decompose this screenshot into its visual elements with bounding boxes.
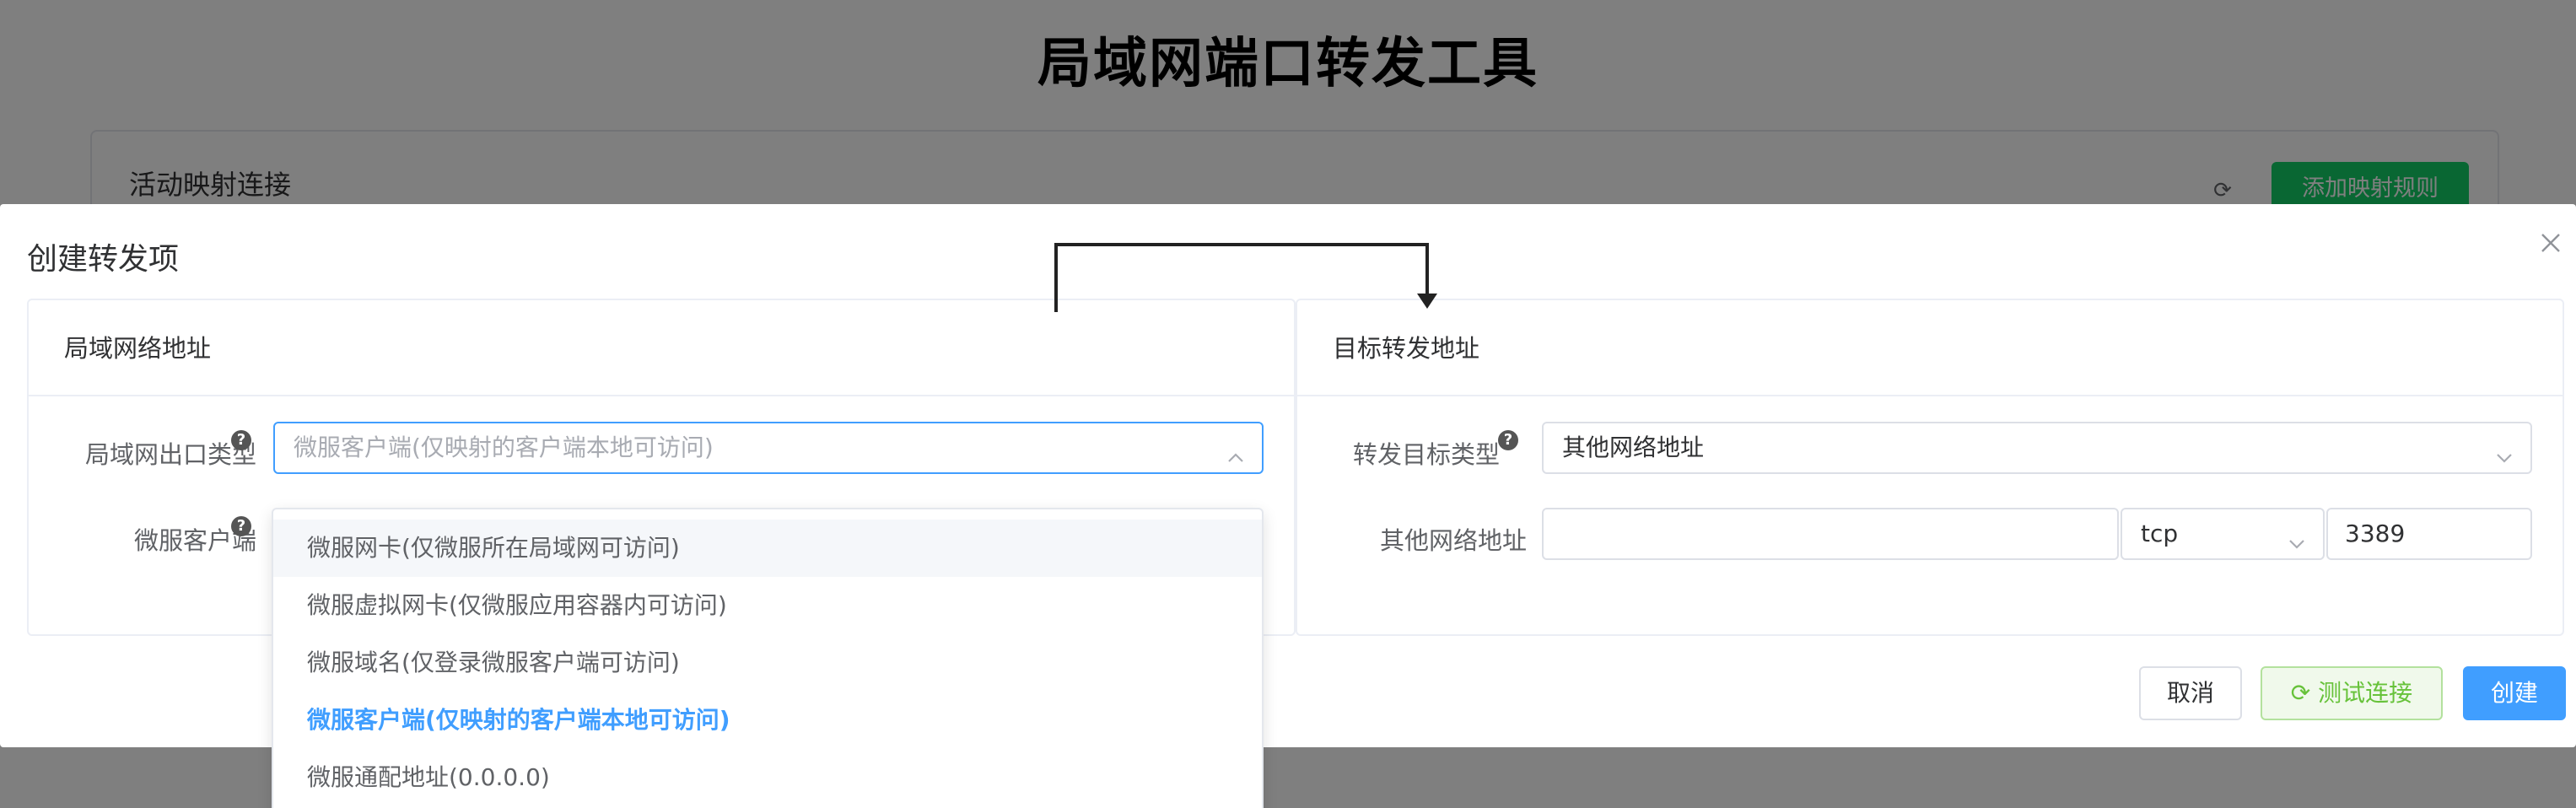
chevron-up-icon <box>1225 437 1247 462</box>
forward-arrow-icon <box>1054 243 1437 312</box>
refresh-icon: ⟳ <box>2290 679 2319 707</box>
test-connection-button[interactable]: ⟳ 测试连接 <box>2261 666 2443 720</box>
help-icon[interactable]: ? <box>231 516 251 536</box>
port-input[interactable]: 3389 <box>2326 508 2532 560</box>
other-address-label: 其他网络地址 <box>1379 526 1527 555</box>
exit-type-label: 局域网出口类型 <box>84 440 256 469</box>
create-button[interactable]: 创建 <box>2463 666 2566 720</box>
target-type-select[interactable]: 其他网络地址 <box>1542 422 2532 474</box>
test-connection-label: 测试连接 <box>2318 679 2413 707</box>
other-address-input[interactable] <box>1542 508 2119 560</box>
exit-type-select[interactable]: 微服客户端(仅映射的客户端本地可访问) <box>273 422 1264 474</box>
close-icon[interactable] <box>2534 226 2568 260</box>
protocol-select[interactable]: tcp <box>2121 508 2325 560</box>
help-icon[interactable]: ? <box>1498 430 1518 450</box>
chevron-down-icon <box>2493 437 2515 463</box>
dropdown-option[interactable]: 微服虚拟网卡(仅微服应用容器内可访问) <box>273 577 1262 634</box>
dropdown-option[interactable]: 微服通配地址(0.0.0.0) <box>273 749 1262 806</box>
dropdown-option[interactable]: 微服网卡(仅微服所在局域网可访问) <box>273 520 1262 577</box>
lan-address-panel-title: 局域网络地址 <box>29 300 1294 396</box>
chevron-down-icon <box>2286 523 2308 549</box>
target-type-select-value: 其他网络地址 <box>1562 434 1705 461</box>
exit-type-select-value: 微服客户端(仅映射的客户端本地可访问) <box>294 434 714 461</box>
exit-type-dropdown: 微服网卡(仅微服所在局域网可访问) 微服虚拟网卡(仅微服应用容器内可访问) 微服… <box>272 508 1264 808</box>
client-label: 微服客户端 <box>133 526 256 555</box>
target-type-label: 转发目标类型 <box>1352 440 1500 469</box>
dropdown-option-selected[interactable]: 微服客户端(仅映射的客户端本地可访问) <box>273 692 1262 749</box>
protocol-select-value: tcp <box>2141 520 2179 547</box>
target-address-panel-title: 目标转发地址 <box>1297 300 2563 396</box>
dialog-title: 创建转发项 <box>27 242 180 277</box>
dropdown-option[interactable]: 微服域名(仅登录微服客户端可访问) <box>273 634 1262 692</box>
cancel-button[interactable]: 取消 <box>2139 666 2242 720</box>
target-address-panel: 目标转发地址 转发目标类型 ? 其他网络地址 其他网络地址 tcp 3389 <box>1296 299 2564 636</box>
help-icon[interactable]: ? <box>231 430 251 450</box>
